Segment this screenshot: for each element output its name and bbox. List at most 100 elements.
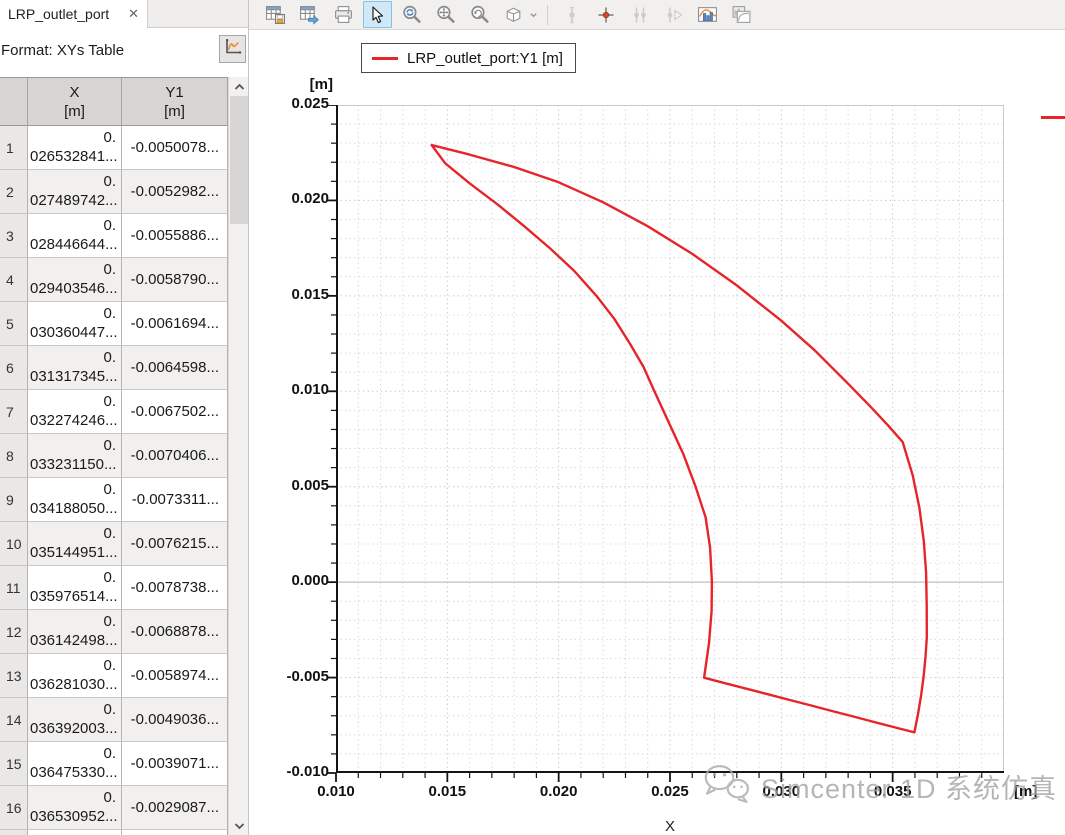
x-value-cell[interactable]: 0. 036281030... — [28, 654, 122, 698]
zoom-previous-icon — [469, 4, 490, 25]
view-3d-button[interactable] — [499, 1, 528, 28]
y-value-cell[interactable]: -0.0061694... — [122, 302, 228, 346]
cursor-single-button — [557, 1, 586, 28]
table-panel: LRP_outlet_port ✕ Format: XYs Table X [m]… — [0, 0, 248, 835]
chevron-down-icon[interactable] — [529, 10, 538, 20]
x-value-cell[interactable]: 0. 033231150... — [28, 434, 122, 478]
zoom-dynamic-button[interactable] — [397, 1, 426, 28]
scroll-down-icon[interactable] — [229, 816, 249, 835]
x-value-cell[interactable]: 0. 027489742... — [28, 170, 122, 214]
y-value-cell[interactable]: -0.0049036... — [122, 698, 228, 742]
x-tick-label: 0.010 — [317, 783, 355, 800]
y-value-cell[interactable]: -0.0067502... — [122, 390, 228, 434]
y-value-cell[interactable]: -0.0050078... — [122, 126, 228, 170]
row-number: 1 — [0, 126, 28, 170]
column-header-y1[interactable]: Y1 [m] — [122, 78, 228, 125]
x-value-cell[interactable]: 0. 028446644... — [28, 214, 122, 258]
y-value-cell[interactable]: -0.0052982... — [122, 170, 228, 214]
print-button[interactable] — [329, 1, 358, 28]
plot-format-button[interactable] — [219, 35, 246, 63]
x-value-cell[interactable]: 0. 029403546... — [28, 258, 122, 302]
x-value-cell[interactable]: 0. 032274246... — [28, 390, 122, 434]
table-export-button[interactable] — [295, 1, 324, 28]
x-value-cell[interactable]: 0. 031317345... — [28, 346, 122, 390]
y-value-cell[interactable]: -0.0064598... — [122, 346, 228, 390]
x-value-cell[interactable]: 0. 026532841... — [28, 126, 122, 170]
table-row: 2 0. 027489742... -0.0052982... — [0, 170, 228, 214]
row-number: 16 — [0, 786, 28, 830]
scroll-up-icon[interactable] — [229, 77, 249, 96]
table-scrollbar[interactable] — [228, 77, 248, 835]
x-tick-label: 0.035 — [873, 783, 912, 800]
table-row: 0. — [0, 830, 228, 835]
table-export-icon — [299, 4, 320, 25]
cursor-single-icon — [562, 5, 582, 25]
table-row: 6 0. 031317345... -0.0064598... — [0, 346, 228, 390]
y-axis-unit-label: [m] — [309, 76, 333, 93]
select-cursor-icon — [368, 5, 388, 25]
plot-duplicate-button[interactable] — [727, 1, 756, 28]
y-tick-label: 0.000 — [291, 572, 329, 590]
legend-label: LRP_outlet_port:Y1 [m] — [407, 49, 563, 67]
plot-duplicate-icon — [731, 4, 752, 25]
y-value-cell[interactable]: -0.0055886... — [122, 214, 228, 258]
plot-canvas[interactable] — [322, 105, 1004, 787]
table-row: 5 0. 030360447... -0.0061694... — [0, 302, 228, 346]
zoom-fit-button[interactable] — [431, 1, 460, 28]
y-value-cell[interactable]: -0.0073311... — [122, 478, 228, 522]
y-value-cell[interactable]: -0.0070406... — [122, 434, 228, 478]
table-save-button[interactable] — [261, 1, 290, 28]
toolbar-separator — [547, 4, 548, 25]
x-value-cell[interactable]: 0. 036392003... — [28, 698, 122, 742]
scrollbar-thumb[interactable] — [230, 96, 248, 224]
row-number: 14 — [0, 698, 28, 742]
zoom-previous-button[interactable] — [465, 1, 494, 28]
x-value-cell[interactable]: 0. 036142498... — [28, 610, 122, 654]
table-save-icon — [265, 4, 286, 25]
y-tick-label: 0.005 — [291, 476, 329, 494]
plot-panel: LRP_outlet_port:Y1 [m] [m] [m] X Simcent… — [248, 0, 1065, 835]
plot-overlay-button[interactable] — [693, 1, 722, 28]
table-row: 14 0. 036392003... -0.0049036... — [0, 698, 228, 742]
x-value-cell[interactable]: 0. — [28, 830, 122, 835]
table-row: 1 0. 026532841... -0.0050078... — [0, 126, 228, 170]
row-number: 13 — [0, 654, 28, 698]
x-value-cell[interactable]: 0. 036530952... — [28, 786, 122, 830]
y-value-cell[interactable]: -0.0039071... — [122, 742, 228, 786]
table-body: 1 0. 026532841... -0.0050078... 2 0. 027489742… — [0, 126, 228, 835]
y-value-cell[interactable]: -0.0068878... — [122, 610, 228, 654]
y-value-cell[interactable]: -0.0058790... — [122, 258, 228, 302]
table-row: 7 0. 032274246... -0.0067502... — [0, 390, 228, 434]
table-row: 9 0. 034188050... -0.0073311... — [0, 478, 228, 522]
table-row: 3 0. 028446644... -0.0055886... — [0, 214, 228, 258]
tab-lrp-outlet-port[interactable]: LRP_outlet_port ✕ — [0, 0, 148, 28]
legend-line-sample — [372, 56, 398, 60]
y-tick-label: -0.005 — [286, 667, 329, 685]
close-icon[interactable]: ✕ — [128, 6, 139, 22]
x-value-cell[interactable]: 0. 036475330... — [28, 742, 122, 786]
column-header-x[interactable]: X [m] — [28, 78, 122, 125]
x-value-cell[interactable]: 0. 034188050... — [28, 478, 122, 522]
cursor-cross-button[interactable] — [591, 1, 620, 28]
y-value-cell[interactable]: -0.0029087... — [122, 786, 228, 830]
application-window: LRP_outlet_port ✕ Format: XYs Table X [m]… — [0, 0, 1065, 835]
y-value-cell[interactable]: -0.0078738... — [122, 566, 228, 610]
table-row: 4 0. 029403546... -0.0058790... — [0, 258, 228, 302]
table-row: 13 0. 036281030... -0.0058974... — [0, 654, 228, 698]
x-value-cell[interactable]: 0. 035144951... — [28, 522, 122, 566]
select-cursor-button[interactable] — [363, 1, 392, 28]
x-value-cell[interactable]: 0. 035976514... — [28, 566, 122, 610]
table-row: 16 0. 036530952... -0.0029087... — [0, 786, 228, 830]
cursor-double-button — [625, 1, 654, 28]
cursor-follow-button — [659, 1, 688, 28]
y-value-cell[interactable]: -0.0076215... — [122, 522, 228, 566]
format-row: Format: XYs Table — [0, 28, 248, 77]
y-value-cell[interactable] — [122, 830, 228, 835]
row-number: 15 — [0, 742, 28, 786]
cursor-double-icon — [630, 5, 650, 25]
x-value-cell[interactable]: 0. 030360447... — [28, 302, 122, 346]
row-number: 2 — [0, 170, 28, 214]
legend-box[interactable]: LRP_outlet_port:Y1 [m] — [361, 43, 576, 73]
y-value-cell[interactable]: -0.0058974... — [122, 654, 228, 698]
zoom-fit-icon — [435, 4, 456, 25]
